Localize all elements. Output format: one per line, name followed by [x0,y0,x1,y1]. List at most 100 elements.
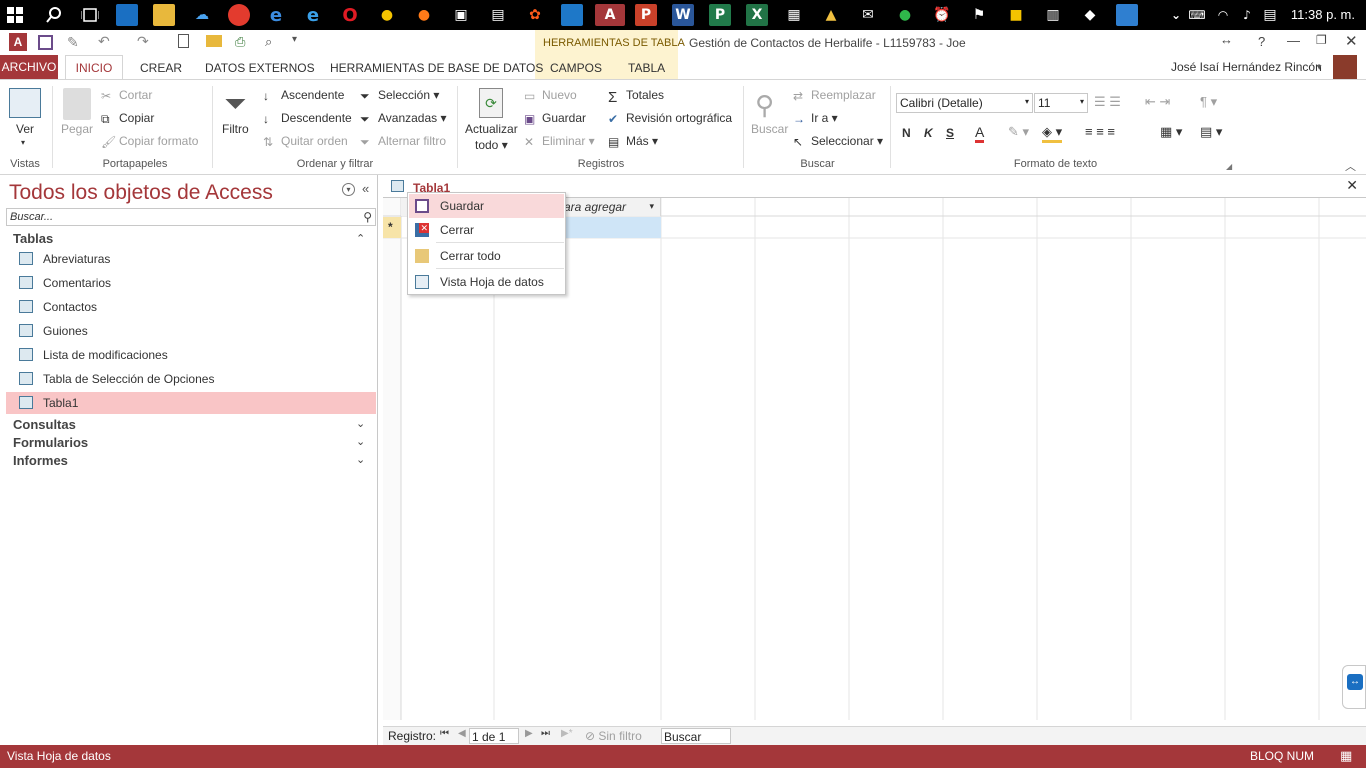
section-tablas[interactable]: Tablas [13,231,53,246]
mas-button[interactable]: ▤ Más ▾ [608,134,658,149]
nav-menu-icon[interactable]: ▾ [342,183,355,196]
copiar-formato-button[interactable]: 🖌 Copiar formato [101,134,198,149]
help-icon[interactable]: ? [1258,34,1265,49]
buscar-button[interactable]: Buscar [751,122,788,136]
open-folder-icon[interactable] [206,35,222,47]
gridlines-icon[interactable]: ▦ ▾ [1160,124,1182,140]
restore-icon[interactable]: ❐ [1316,33,1327,47]
previous-record-icon[interactable]: ◀ [458,728,466,739]
seleccionar-button[interactable]: ↖ Seleccionar ▾ [793,134,883,149]
opera-icon[interactable]: O [339,4,361,26]
internet-explorer-icon[interactable]: e [302,4,324,26]
project-icon[interactable]: P [709,4,731,26]
undo-icon[interactable]: ↶ [98,33,110,50]
totales-button[interactable]: Σ Totales [608,88,664,106]
font-name-select[interactable]: Calibri (Detalle) ▾ [896,93,1033,113]
expand-section-icon[interactable]: ⌄ [356,435,365,448]
close-document-icon[interactable]: ✕ [1346,177,1358,194]
store-icon[interactable]: ▣ [450,4,472,26]
highlight-icon[interactable]: ✎ ▾ [1008,124,1029,140]
app-icon[interactable]: ✿ [524,4,546,26]
tab-inicio[interactable]: INICIO [65,55,123,80]
cortar-button[interactable]: ✂ Cortar [101,88,152,103]
nav-item-table[interactable]: Comentarios [6,272,376,294]
tab-crear[interactable]: CREAR [140,61,182,75]
ascendente-button[interactable]: ↓ Ascendente [263,88,344,103]
record-search-input[interactable]: Buscar [661,728,731,744]
actualizar-button[interactable]: Actualizar [465,122,518,136]
nav-item-table[interactable]: Tabla de Selección de Opciones [6,368,376,390]
app-icon[interactable]: ⚑ [968,4,990,26]
section-consultas[interactable]: Consultas [13,417,76,432]
task-view-icon[interactable] [79,4,101,26]
firefox-icon[interactable]: ● [413,4,435,26]
font-size-select[interactable]: 11 ▾ [1034,93,1088,113]
calculator-icon[interactable]: ▦ [783,4,805,26]
next-record-icon[interactable]: ▶ [525,728,533,739]
user-dropdown-icon[interactable]: ▾ [1317,62,1322,73]
underline-button[interactable]: S [946,126,954,140]
collapse-ribbon-icon[interactable]: ︿ [1345,158,1356,174]
search-input[interactable]: Buscar... ⚲ [6,208,376,226]
app-icon[interactable]: ● [376,4,398,26]
print-preview-icon[interactable]: ⌕ [265,34,272,50]
volume-icon[interactable]: ♪ [1236,4,1258,26]
resize-icon[interactable]: ↔ [1220,32,1233,47]
redo-icon[interactable]: ↷ [137,33,149,50]
tab-herramientas-bd[interactable]: HERRAMIENTAS DE BASE DE DATOS [330,61,543,75]
alt-fill-icon[interactable]: ▤ ▾ [1200,124,1222,140]
access-logo-icon[interactable]: A [9,33,27,51]
app-icon[interactable]: ▲ [820,4,842,26]
datasheet-view-status-icon[interactable]: ▦ [1340,748,1352,764]
section-formularios[interactable]: Formularios [13,435,88,450]
excel-icon[interactable]: X [746,4,768,26]
alternar-filtro-button[interactable]: ⏷ Alternar filtro [360,134,446,149]
nuevo-button[interactable]: ▭ Nuevo [524,88,577,103]
notes-icon[interactable]: ▥ [1042,4,1064,26]
binoculars-icon[interactable]: ⚲ [755,90,774,121]
seleccion-button[interactable]: ⏷ Selección ▾ [360,88,439,103]
nav-title[interactable]: Todos los objetos de Access [9,181,273,205]
new-record-nav-icon[interactable]: ▶* [561,728,573,739]
desktop-app-icon[interactable] [116,4,138,26]
start-icon[interactable] [4,4,26,26]
tab-campos[interactable]: CAMPOS [550,61,602,75]
search-icon[interactable]: ⚲ [363,210,372,224]
nav-item-table-selected[interactable]: Tabla1 [6,392,376,414]
nav-item-table[interactable]: Lista de modificaciones [6,344,376,366]
menu-item-cerrar[interactable]: ✕ Cerrar [409,218,564,242]
hangouts-icon[interactable]: ● [894,4,916,26]
close-window-icon[interactable]: ✕ [1345,32,1358,50]
filtro-button[interactable]: Filtro [222,122,249,136]
descendente-button[interactable]: ↓ Descendente [263,111,352,126]
app-icon[interactable]: ▤ [487,4,509,26]
tab-datos-externos[interactable]: DATOS EXTERNOS [205,61,315,75]
customize-qat-icon[interactable]: ▾ [292,34,297,45]
todo-button[interactable]: todo ▾ [475,138,508,152]
ver-button[interactable]: Ver [16,122,34,136]
nav-item-table[interactable]: Guiones [6,320,376,342]
guardar-button[interactable]: ▣ Guardar [524,111,586,126]
save-icon[interactable] [38,35,53,50]
avatar[interactable] [1333,55,1357,79]
app-icon[interactable] [561,4,583,26]
copiar-button[interactable]: ⧉ Copiar [101,111,154,126]
reemplazar-button[interactable]: ⇄ Reemplazar [793,88,876,103]
user-name[interactable]: José Isaí Hernández Rincón [1171,60,1322,74]
font-color-icon[interactable]: A [975,124,985,143]
print-icon[interactable]: ⎙ [235,34,245,50]
section-informes[interactable]: Informes [13,453,68,468]
tab-archivo[interactable]: ARCHIVO [0,55,58,79]
nav-item-table[interactable]: Contactos [6,296,376,318]
eliminar-button[interactable]: ✕ Eliminar ▾ [524,134,595,149]
quitar-orden-button[interactable]: ⇅ Quitar orden [263,134,348,149]
indent-icon[interactable]: ⇤ ⇥ [1145,94,1170,110]
pegar-button[interactable]: Pegar [61,122,93,136]
dialog-launcher-icon[interactable]: ◢ [1226,162,1232,171]
chrome-icon[interactable] [228,4,250,26]
word-icon[interactable]: W [672,4,694,26]
bold-button[interactable]: N [902,126,911,140]
app-icon[interactable]: ■ [1005,4,1027,26]
powerpoint-icon[interactable]: P [635,4,657,26]
record-position-input[interactable]: 1 de 1 [469,728,519,744]
